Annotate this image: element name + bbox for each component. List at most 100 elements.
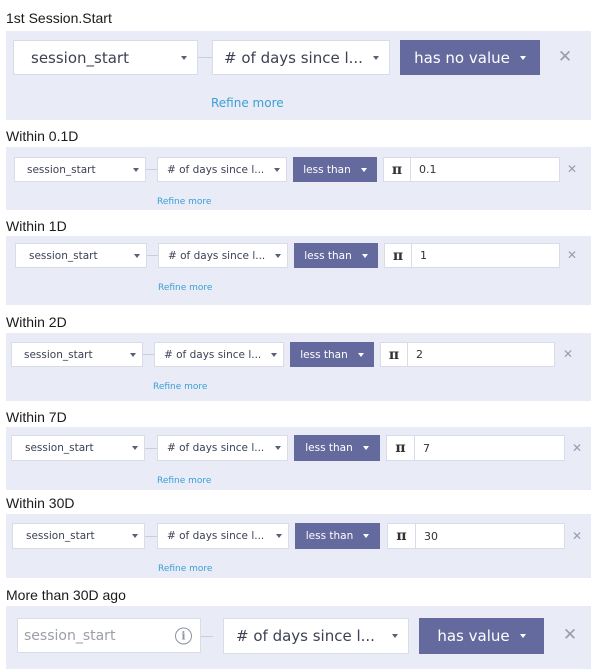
refine-more-link[interactable]: Refine more	[158, 564, 212, 574]
connector-line	[147, 255, 158, 256]
pi-icon[interactable]: π	[383, 157, 411, 182]
chevron-down-icon	[363, 534, 370, 538]
operator-label: less than	[304, 249, 352, 262]
operator-label: has no value	[414, 48, 510, 67]
operator-dropdown[interactable]: less than	[294, 435, 380, 461]
filter-panel-within-2d: session_start # of days since l... less …	[6, 333, 591, 401]
chevron-down-icon	[360, 167, 367, 172]
operator-dropdown[interactable]: less than	[293, 157, 377, 182]
close-icon[interactable]: ✕	[555, 45, 575, 69]
chevron-down-icon	[275, 253, 281, 258]
chevron-down-icon	[357, 352, 364, 357]
property-dropdown[interactable]: # of days since l...	[157, 157, 287, 182]
operator-dropdown[interactable]: less than	[290, 342, 374, 367]
chevron-down-icon	[132, 534, 138, 538]
property-dropdown[interactable]: # of days since l...	[157, 523, 289, 549]
operator-label: less than	[300, 348, 348, 361]
connector-line	[145, 448, 157, 449]
chevron-down-icon	[373, 55, 379, 60]
chevron-down-icon	[130, 352, 136, 357]
pi-icon[interactable]: π	[380, 342, 408, 367]
section-title-within-1d: Within 1D	[6, 218, 67, 234]
close-icon[interactable]: ✕	[569, 437, 585, 458]
event-dropdown[interactable]: session_start	[13, 40, 198, 75]
chevron-down-icon	[271, 352, 277, 357]
property-dropdown-label: # of days since l...	[168, 249, 266, 262]
close-icon[interactable]: ✕	[560, 344, 576, 364]
pi-icon[interactable]: π	[387, 523, 416, 549]
property-dropdown[interactable]: # of days since l...	[157, 435, 288, 461]
event-input-disabled[interactable]: session_start i	[17, 618, 201, 653]
filter-panel-first-session: session_start # of days since l... has n…	[6, 31, 591, 120]
chevron-down-icon	[519, 634, 526, 638]
event-dropdown-label: session_start	[29, 249, 98, 262]
property-dropdown[interactable]: # of days since l...	[154, 342, 284, 367]
operator-dropdown[interactable]: less than	[295, 523, 380, 549]
section-title-within-2d: Within 2D	[6, 314, 67, 330]
event-dropdown[interactable]: session_start	[12, 523, 145, 549]
operator-dropdown[interactable]: has no value	[400, 40, 540, 75]
value-input[interactable]: 0.1	[411, 157, 560, 182]
event-dropdown-label: session_start	[26, 530, 95, 542]
chevron-down-icon	[392, 634, 398, 638]
connector-line	[143, 354, 154, 355]
chevron-down-icon	[519, 55, 526, 60]
value-input[interactable]: 2	[408, 342, 555, 367]
chevron-down-icon	[274, 167, 280, 172]
property-dropdown-label: # of days since l...	[164, 348, 262, 361]
chevron-down-icon	[132, 446, 138, 450]
refine-more-link[interactable]: Refine more	[153, 382, 207, 392]
close-icon[interactable]: ✕	[564, 159, 580, 179]
property-dropdown[interactable]: # of days since l...	[212, 40, 390, 75]
value-input[interactable]: 7	[415, 435, 565, 461]
chevron-down-icon	[134, 253, 140, 258]
property-dropdown-label: # of days since l...	[236, 627, 375, 645]
chevron-down-icon	[275, 446, 281, 450]
property-dropdown-label: # of days since l...	[167, 442, 265, 454]
section-title-within-7d: Within 7D	[6, 409, 67, 425]
event-dropdown-label: session_start	[25, 442, 94, 454]
event-dropdown-label: session_start	[24, 348, 93, 361]
close-icon[interactable]: ✕	[564, 245, 580, 265]
property-dropdown-label: # of days since l...	[224, 48, 363, 67]
section-title-more-than-30d: More than 30D ago	[6, 587, 126, 603]
operator-dropdown[interactable]: less than	[294, 243, 378, 268]
value-input[interactable]: 1	[412, 243, 560, 268]
close-icon[interactable]: ✕	[569, 525, 585, 546]
event-dropdown[interactable]: session_start	[11, 435, 145, 461]
section-title-within-0-1d: Within 0.1D	[6, 128, 79, 144]
operator-label: less than	[305, 442, 353, 454]
pi-icon[interactable]: π	[386, 435, 415, 461]
refine-more-link[interactable]: Refine more	[211, 96, 284, 110]
chevron-down-icon	[181, 55, 187, 60]
refine-more-link[interactable]: Refine more	[157, 197, 211, 207]
close-icon[interactable]: ✕	[560, 623, 580, 647]
filter-panel-within-1d: session_start # of days since l... less …	[6, 236, 591, 305]
event-dropdown[interactable]: session_start	[11, 342, 143, 367]
connector-line	[198, 57, 212, 58]
event-input-placeholder: session_start	[24, 627, 116, 644]
property-dropdown[interactable]: # of days since l...	[158, 243, 288, 268]
value-input[interactable]: 30	[416, 523, 565, 549]
chevron-down-icon	[362, 446, 369, 450]
info-icon[interactable]: i	[175, 627, 192, 644]
operator-label: less than	[303, 163, 351, 176]
connector-line	[145, 536, 157, 537]
operator-dropdown[interactable]: has value	[419, 618, 544, 654]
refine-more-link[interactable]: Refine more	[158, 283, 212, 293]
section-title-first-session: 1st Session.Start	[6, 10, 112, 26]
property-dropdown[interactable]: # of days since l...	[223, 618, 409, 654]
operator-label: has value	[437, 627, 510, 645]
connector-line	[201, 636, 213, 637]
event-dropdown-label: session_start	[31, 48, 129, 67]
filter-panel-more-than-30d: session_start i # of days since l... has…	[6, 606, 591, 669]
chevron-down-icon	[361, 253, 368, 258]
event-dropdown[interactable]: session_start	[15, 243, 147, 268]
property-dropdown-label: # of days since l...	[167, 163, 265, 176]
refine-more-link[interactable]: Refine more	[157, 476, 211, 486]
filter-panel-within-30d: session_start # of days since l... less …	[6, 514, 591, 578]
operator-label: less than	[305, 530, 354, 542]
pi-icon[interactable]: π	[384, 243, 412, 268]
filter-panel-within-7d: session_start # of days since l... less …	[6, 427, 591, 490]
event-dropdown[interactable]: session_start	[14, 157, 146, 182]
